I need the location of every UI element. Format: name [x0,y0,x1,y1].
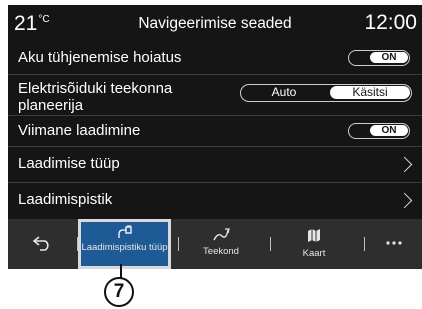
chevron-right-icon [396,192,413,209]
option-auto[interactable]: Auto [241,85,327,100]
setting-label: Laadimispistik [18,191,113,208]
back-button[interactable] [8,219,76,269]
chevron-right-icon [396,156,413,173]
infotainment-screen: 21°C Navigeerimise seaded 12:00 Aku tühj… [8,5,422,269]
page-title: Navigeerimise seaded [138,15,292,32]
more-dots-icon [386,241,402,245]
option-manual[interactable]: Käsitsi [330,86,410,99]
toggle-state: ON [370,52,408,63]
setting-row-ev-planner[interactable]: Elektrisõiduki teekonna planeerija Auto … [8,74,422,115]
setting-row-charging-station[interactable]: Laadimispistik [8,182,422,219]
setting-label: Viimane laadimine [18,122,141,139]
charging-plug-icon [117,225,132,238]
callout-leader-line [120,264,122,278]
setting-label: Aku tühjenemise hoiatus [18,49,182,66]
more-button[interactable] [366,219,422,269]
header-bar: 21°C Navigeerimise seaded 12:00 [8,5,422,43]
setting-row-charging-type[interactable]: Laadimise tüüp [8,146,422,182]
tab-label: Laadimispistiku tüüp [81,242,168,253]
callout-number: 7 [104,277,134,307]
map-icon [308,229,320,242]
back-arrow-icon [32,236,49,251]
battery-warning-toggle[interactable]: ON [348,50,410,66]
tab-charging-plug-type[interactable]: Laadimispistiku tüüp [78,219,171,269]
clock: 12:00 [364,11,417,34]
toggle-state: ON [370,125,408,136]
tab-separator [270,237,271,251]
tab-map[interactable]: Kaart [272,219,356,269]
ev-planner-segmented-control[interactable]: Auto Käsitsi [240,84,412,102]
setting-row-last-charging[interactable]: Viimane laadimine ON [8,115,422,146]
setting-label: Elektrisõiduki teekonna planeerija [18,80,173,114]
tab-separator [364,237,365,251]
tab-route[interactable]: Teekond [180,219,262,269]
setting-label: Laadimise tüüp [18,155,120,172]
bottom-tab-bar: Laadimispistiku tüüp Teekond Kaart [8,219,422,269]
setting-row-battery-warning[interactable]: Aku tühjenemise hoiatus ON [8,43,422,73]
route-icon [213,228,230,241]
tab-active-highlight: Laadimispistiku tüüp [81,222,168,266]
tab-label: Kaart [302,248,326,259]
last-charging-toggle[interactable]: ON [348,123,410,139]
tab-separator [178,237,179,251]
tab-label: Teekond [203,246,239,257]
